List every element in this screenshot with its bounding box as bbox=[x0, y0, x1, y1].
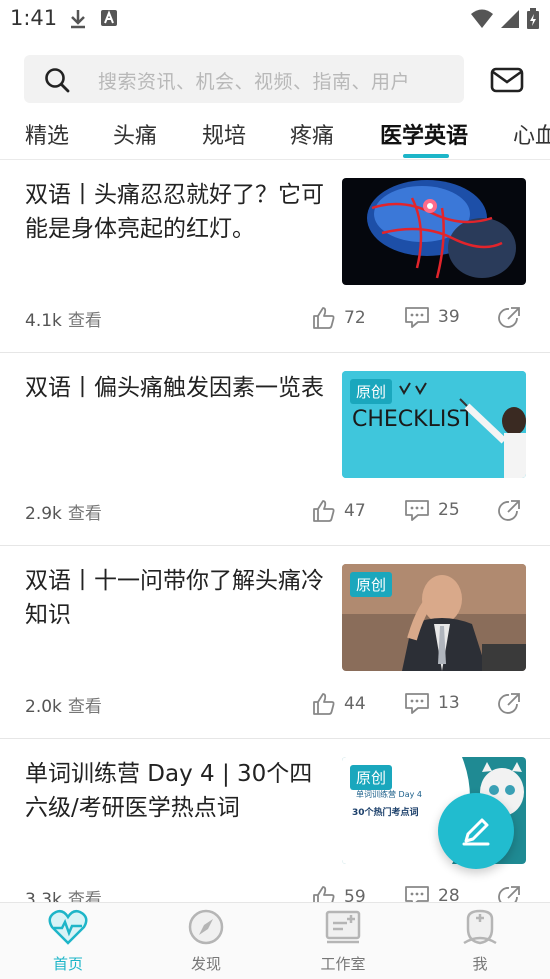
doctor-profile-icon bbox=[463, 909, 497, 945]
comment-count: 13 bbox=[438, 693, 460, 713]
article-title[interactable]: 双语丨头痛忍忍就好了？它可能是身体亮起的红灯。 bbox=[25, 178, 325, 246]
mail-icon[interactable] bbox=[490, 67, 524, 93]
nav-label-me: 我 bbox=[472, 955, 488, 973]
comment-button[interactable]: 39 bbox=[404, 306, 460, 328]
thumbs-up-icon bbox=[313, 693, 335, 715]
like-count: 44 bbox=[344, 694, 366, 714]
share-icon bbox=[498, 693, 520, 714]
active-tab-indicator bbox=[403, 154, 449, 158]
article-title[interactable]: 双语丨十一问带你了解头痛冷知识 bbox=[25, 564, 325, 632]
like-button[interactable]: 47 bbox=[312, 499, 366, 523]
original-badge: 原创 bbox=[350, 379, 393, 404]
nav-discover[interactable]: 发现 bbox=[156, 909, 256, 974]
wifi-icon bbox=[471, 9, 493, 28]
like-button[interactable]: 44 bbox=[312, 692, 366, 716]
status-system-icons bbox=[470, 8, 540, 30]
article-actions: 72 39 bbox=[312, 306, 527, 334]
comment-count: 39 bbox=[438, 307, 460, 327]
share-icon bbox=[498, 500, 520, 521]
workstation-icon bbox=[325, 910, 361, 944]
status-bar: 1:41 bbox=[0, 0, 550, 38]
nav-label-discover: 发现 bbox=[190, 955, 221, 973]
tab-jingxuan[interactable]: 精选 bbox=[25, 118, 69, 150]
tab-xinxue[interactable]: 心血 bbox=[513, 118, 550, 150]
article-title[interactable]: 双语丨偏头痛触发因素一览表 bbox=[25, 371, 325, 405]
nav-workstation[interactable]: 工作室 bbox=[293, 909, 393, 974]
article-actions: 47 25 bbox=[312, 499, 527, 527]
comment-button[interactable]: 13 bbox=[404, 692, 460, 714]
app-notification-icon bbox=[101, 10, 117, 26]
like-count: 47 bbox=[344, 501, 366, 521]
tab-tengtong[interactable]: 疼痛 bbox=[290, 118, 334, 150]
tab-toutong[interactable]: 头痛 bbox=[113, 118, 157, 150]
article-card[interactable]: 双语丨十一问带你了解头痛冷知识 原创 2.0k 查看 44 13 bbox=[0, 546, 550, 739]
view-count-label: 查看 bbox=[67, 311, 102, 331]
article-thumbnail[interactable] bbox=[342, 178, 526, 285]
like-button[interactable]: 72 bbox=[312, 306, 366, 330]
search-row: 搜索资讯、机会、视频、指南、用户 bbox=[0, 55, 550, 105]
compass-icon bbox=[188, 909, 224, 945]
comment-icon bbox=[405, 307, 429, 328]
article-meta: 2.0k 查看 bbox=[25, 692, 102, 717]
signal-icon bbox=[501, 10, 519, 28]
share-icon bbox=[498, 307, 520, 328]
original-badge: 原创 bbox=[350, 765, 393, 790]
share-button[interactable] bbox=[497, 692, 521, 716]
article-thumbnail[interactable]: 原创 bbox=[342, 564, 526, 671]
heart-pulse-icon bbox=[48, 909, 88, 945]
like-count: 72 bbox=[344, 308, 366, 328]
tab-guipei[interactable]: 规培 bbox=[202, 118, 246, 150]
status-time: 1:41 bbox=[10, 6, 58, 30]
comment-icon bbox=[405, 500, 429, 521]
category-tabs: 精选 头痛 规培 疼痛 医学英语 心血 bbox=[0, 110, 550, 160]
tab-medical-english[interactable]: 医学英语 bbox=[380, 118, 468, 150]
view-count: 4.1k bbox=[25, 311, 62, 331]
view-count: 2.9k bbox=[25, 504, 62, 524]
article-card[interactable]: 双语丨偏头痛触发因素一览表 CHECKLIST 原创 2.9k 查看 47 25 bbox=[0, 353, 550, 546]
article-meta: 2.9k 查看 bbox=[25, 499, 102, 524]
comment-icon bbox=[405, 693, 429, 714]
vocab-count-text: 30个热门考点词 bbox=[352, 806, 419, 818]
comment-button[interactable]: 25 bbox=[404, 499, 460, 521]
nav-home[interactable]: 首页 bbox=[18, 909, 118, 974]
vocab-day-text: 单词训练营 Day 4 bbox=[356, 789, 422, 799]
share-button[interactable] bbox=[497, 499, 521, 523]
article-actions: 44 13 bbox=[312, 692, 527, 720]
brain-scan-image bbox=[342, 178, 526, 285]
share-button[interactable] bbox=[497, 306, 521, 330]
compose-fab[interactable] bbox=[438, 793, 514, 869]
view-count-label: 查看 bbox=[67, 504, 102, 524]
article-title[interactable]: 单词训练营 Day 4 | 30个四六级/考研医学热点词 bbox=[25, 757, 325, 825]
search-icon bbox=[45, 68, 70, 93]
download-icon bbox=[71, 10, 85, 29]
nav-label-home: 首页 bbox=[52, 955, 83, 973]
view-count-label: 查看 bbox=[67, 697, 102, 717]
search-placeholder: 搜索资讯、机会、视频、指南、用户 bbox=[98, 71, 411, 93]
bottom-nav: 首页 发现 工作室 我 bbox=[0, 902, 550, 979]
search-input[interactable]: 搜索资讯、机会、视频、指南、用户 bbox=[24, 55, 464, 103]
article-meta: 4.1k 查看 bbox=[25, 306, 102, 331]
battery-icon bbox=[527, 8, 539, 29]
nav-label-workstation: 工作室 bbox=[320, 955, 366, 973]
thumbs-up-icon bbox=[313, 307, 335, 329]
pencil-icon bbox=[462, 818, 490, 846]
article-thumbnail[interactable]: CHECKLIST 原创 bbox=[342, 371, 526, 478]
checklist-text: CHECKLIST bbox=[352, 407, 474, 432]
view-count: 2.0k bbox=[25, 697, 62, 717]
thumbs-up-icon bbox=[313, 500, 335, 522]
status-notification-icons bbox=[68, 8, 118, 30]
article-card[interactable]: 双语丨头痛忍忍就好了？它可能是身体亮起的红灯。 4.1k 查看 72 39 bbox=[0, 160, 550, 353]
comment-count: 25 bbox=[438, 500, 460, 520]
original-badge: 原创 bbox=[350, 572, 393, 597]
nav-me[interactable]: 我 bbox=[430, 909, 530, 974]
